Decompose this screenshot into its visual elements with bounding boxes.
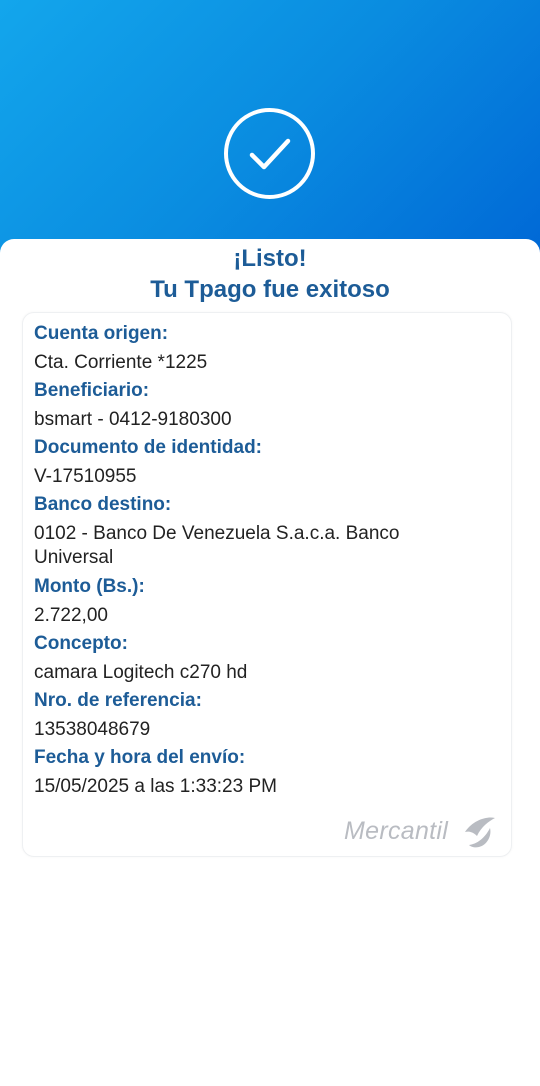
destination-bank-label: Banco destino:: [34, 494, 172, 515]
amount-label: Monto (Bs.):: [34, 576, 145, 597]
checkmark-icon: [249, 138, 291, 170]
mercantil-logo-icon: [465, 817, 495, 848]
success-title-line2: Tu Tpago fue exitoso: [150, 276, 390, 303]
id-document-value: V-17510955: [34, 466, 137, 487]
brand-name: Mercantil: [344, 817, 449, 845]
origin-account-value: Cta. Corriente *1225: [34, 352, 208, 373]
beneficiary-value: bsmart - 0412-9180300: [34, 409, 232, 430]
origin-account-label: Cuenta origen:: [34, 323, 169, 344]
reference-value: 13538048679: [34, 719, 151, 740]
id-document-label: Documento de identidad:: [34, 437, 262, 458]
beneficiary-label: Beneficiario:: [34, 380, 150, 401]
destination-bank-value: 0102 - Banco De Venezuela S.a.c.a. Banco…: [34, 523, 400, 568]
amount-value: 2.722,00: [34, 605, 108, 626]
concept-value: camara Logitech c270 hd: [34, 662, 248, 683]
sent-datetime-value: 15/05/2025 a las 1:33:23 PM: [34, 776, 277, 797]
success-title: ¡Listo! Tu Tpago fue exitoso: [0, 243, 540, 305]
reference-label: Nro. de referencia:: [34, 690, 202, 711]
success-title-line1: ¡Listo!: [233, 245, 307, 272]
check-circle-icon: [224, 108, 315, 199]
sent-datetime-label: Fecha y hora del envío:: [34, 747, 246, 768]
concept-label: Concepto:: [34, 633, 128, 654]
